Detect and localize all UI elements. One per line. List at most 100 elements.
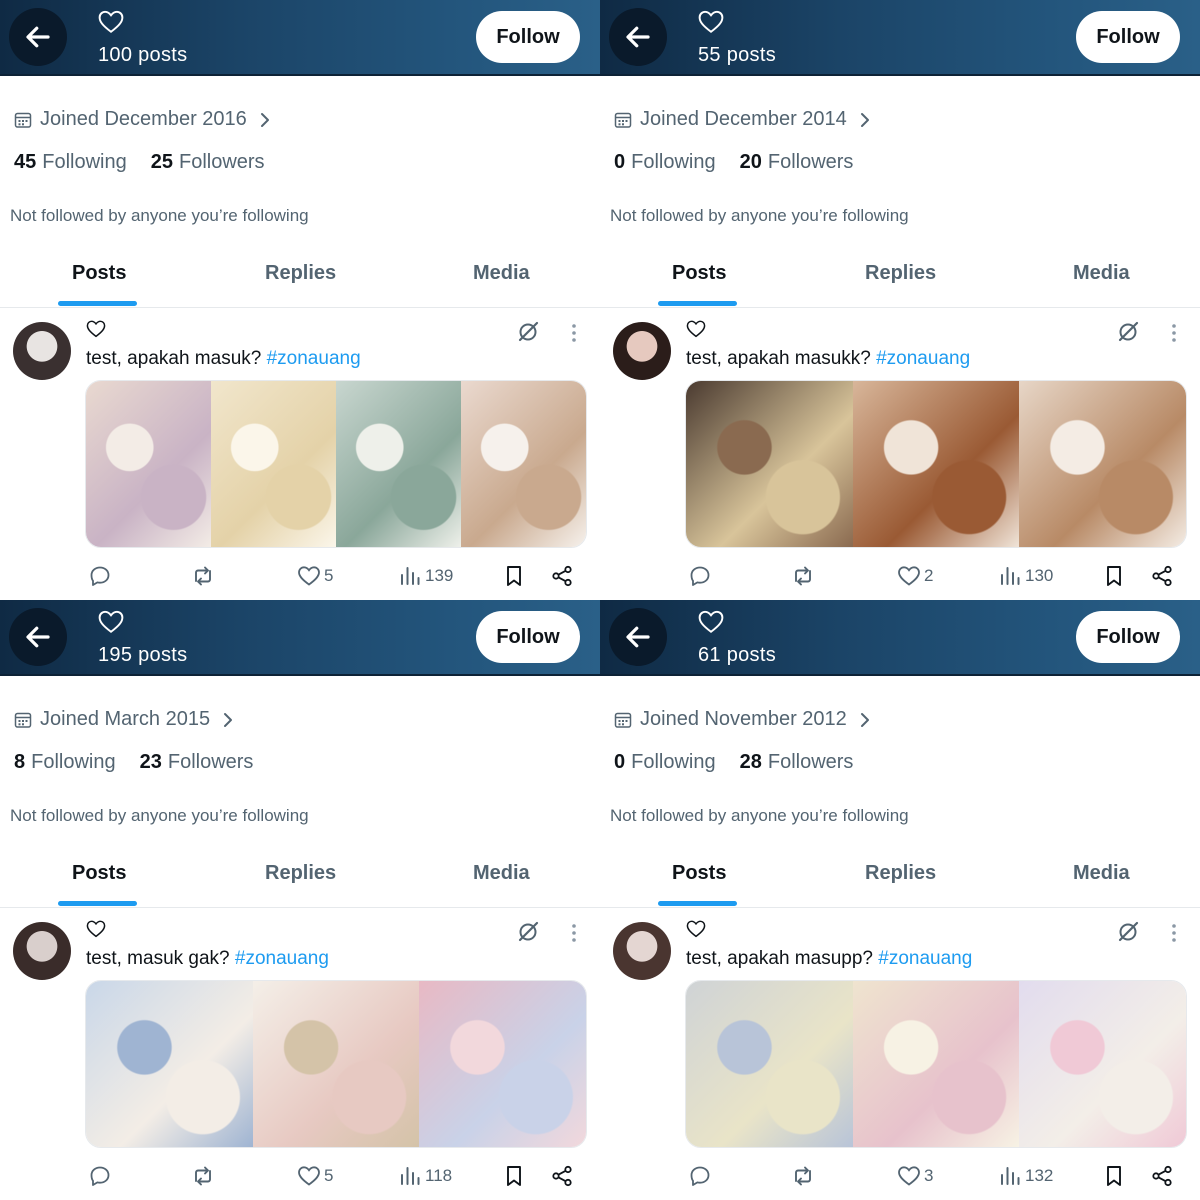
tab-media[interactable]: Media xyxy=(1073,262,1130,285)
tab-posts[interactable]: Posts xyxy=(72,262,126,285)
media-image[interactable] xyxy=(686,381,853,547)
media-image[interactable] xyxy=(86,381,211,547)
more-icon[interactable] xyxy=(1170,322,1178,344)
post-media[interactable] xyxy=(685,980,1187,1148)
following-link[interactable]: 0 Following xyxy=(614,751,716,774)
bookmark-button[interactable] xyxy=(1102,564,1126,588)
views-count: 132 xyxy=(1025,1166,1054,1185)
bookmark-button[interactable] xyxy=(1102,1164,1126,1188)
tab-posts[interactable]: Posts xyxy=(672,262,726,285)
media-image[interactable] xyxy=(86,981,253,1147)
reply-button[interactable] xyxy=(88,1164,112,1188)
joined-date[interactable]: Joined November 2012 xyxy=(614,708,871,731)
repost-button[interactable] xyxy=(191,564,215,588)
like-button[interactable]: 2 xyxy=(897,564,933,588)
post-media[interactable] xyxy=(85,980,587,1148)
reply-button[interactable] xyxy=(688,1164,712,1188)
media-image[interactable] xyxy=(686,981,853,1147)
tab-replies[interactable]: Replies xyxy=(265,862,336,885)
bookmark-icon xyxy=(1107,566,1121,586)
like-button[interactable]: 5 xyxy=(297,564,333,588)
media-image[interactable] xyxy=(852,981,1020,1147)
post-media[interactable] xyxy=(685,380,1187,548)
hashtag-link[interactable]: #zonauang xyxy=(235,948,329,969)
avatar[interactable] xyxy=(613,322,671,380)
joined-text: Joined November 2012 xyxy=(640,708,847,730)
grok-icon[interactable] xyxy=(516,920,540,944)
media-image[interactable] xyxy=(852,381,1020,547)
tab-media[interactable]: Media xyxy=(1073,862,1130,885)
media-image[interactable] xyxy=(211,381,336,547)
back-button[interactable] xyxy=(9,8,67,66)
follow-button[interactable]: Follow xyxy=(1076,11,1180,63)
back-button[interactable] xyxy=(9,608,67,666)
post-media[interactable] xyxy=(85,380,587,548)
back-button[interactable] xyxy=(609,608,667,666)
more-icon[interactable] xyxy=(570,922,578,944)
avatar[interactable] xyxy=(13,922,71,980)
views-button[interactable]: 130 xyxy=(998,564,1053,588)
views-button[interactable]: 132 xyxy=(998,1164,1053,1188)
arrow-left-icon xyxy=(626,26,650,48)
followers-link[interactable]: 28 Followers xyxy=(740,751,854,774)
followers-count: 25 xyxy=(150,151,173,173)
share-button[interactable] xyxy=(1150,1164,1174,1188)
avatar[interactable] xyxy=(613,922,671,980)
share-button[interactable] xyxy=(550,564,574,588)
reply-icon xyxy=(690,566,710,586)
share-button[interactable] xyxy=(1150,564,1174,588)
chevron-right-icon xyxy=(260,112,269,127)
media-image[interactable] xyxy=(419,981,586,1147)
followers-link[interactable]: 20 Followers xyxy=(740,151,854,174)
tab-replies[interactable]: Replies xyxy=(865,862,936,885)
heart-icon xyxy=(686,920,706,938)
views-button[interactable]: 139 xyxy=(398,564,453,588)
following-link[interactable]: 45 Following xyxy=(14,151,127,174)
more-icon[interactable] xyxy=(1170,922,1178,944)
joined-date[interactable]: Joined December 2014 xyxy=(614,108,871,131)
views-icon xyxy=(1001,1167,1020,1185)
repost-button[interactable] xyxy=(191,1164,215,1188)
joined-date[interactable]: Joined December 2016 xyxy=(14,108,271,131)
grok-icon[interactable] xyxy=(516,320,540,344)
media-image[interactable] xyxy=(1019,981,1186,1147)
reply-button[interactable] xyxy=(88,564,112,588)
media-image[interactable] xyxy=(1019,381,1186,547)
heart-icon xyxy=(86,920,106,938)
avatar[interactable] xyxy=(13,322,71,380)
tab-posts[interactable]: Posts xyxy=(72,862,126,885)
calendar-icon xyxy=(614,112,632,128)
tab-replies[interactable]: Replies xyxy=(865,262,936,285)
follow-button[interactable]: Follow xyxy=(1076,611,1180,663)
bookmark-button[interactable] xyxy=(502,564,526,588)
follow-button[interactable]: Follow xyxy=(476,611,580,663)
following-link[interactable]: 8 Following xyxy=(14,751,116,774)
media-image[interactable] xyxy=(252,981,420,1147)
repost-button[interactable] xyxy=(791,564,815,588)
follow-button[interactable]: Follow xyxy=(476,11,580,63)
tab-posts[interactable]: Posts xyxy=(672,862,726,885)
tab-media[interactable]: Media xyxy=(473,262,530,285)
hashtag-link[interactable]: #zonauang xyxy=(878,948,972,969)
like-button[interactable]: 5 xyxy=(297,1164,333,1188)
followers-link[interactable]: 25 Followers xyxy=(151,151,265,174)
share-button[interactable] xyxy=(550,1164,574,1188)
hashtag-link[interactable]: #zonauang xyxy=(267,348,361,369)
tab-replies[interactable]: Replies xyxy=(265,262,336,285)
more-icon[interactable] xyxy=(570,322,578,344)
views-button[interactable]: 118 xyxy=(398,1164,452,1188)
joined-date[interactable]: Joined March 2015 xyxy=(14,708,234,731)
followers-link[interactable]: 23 Followers xyxy=(140,751,254,774)
grok-icon[interactable] xyxy=(1116,320,1140,344)
reply-button[interactable] xyxy=(688,564,712,588)
back-button[interactable] xyxy=(609,8,667,66)
media-image[interactable] xyxy=(336,381,461,547)
bookmark-button[interactable] xyxy=(502,1164,526,1188)
grok-icon[interactable] xyxy=(1116,920,1140,944)
like-button[interactable]: 3 xyxy=(897,1164,933,1188)
repost-button[interactable] xyxy=(791,1164,815,1188)
tab-media[interactable]: Media xyxy=(473,862,530,885)
media-image[interactable] xyxy=(461,381,586,547)
hashtag-link[interactable]: #zonauang xyxy=(876,348,970,369)
following-link[interactable]: 0 Following xyxy=(614,151,716,174)
